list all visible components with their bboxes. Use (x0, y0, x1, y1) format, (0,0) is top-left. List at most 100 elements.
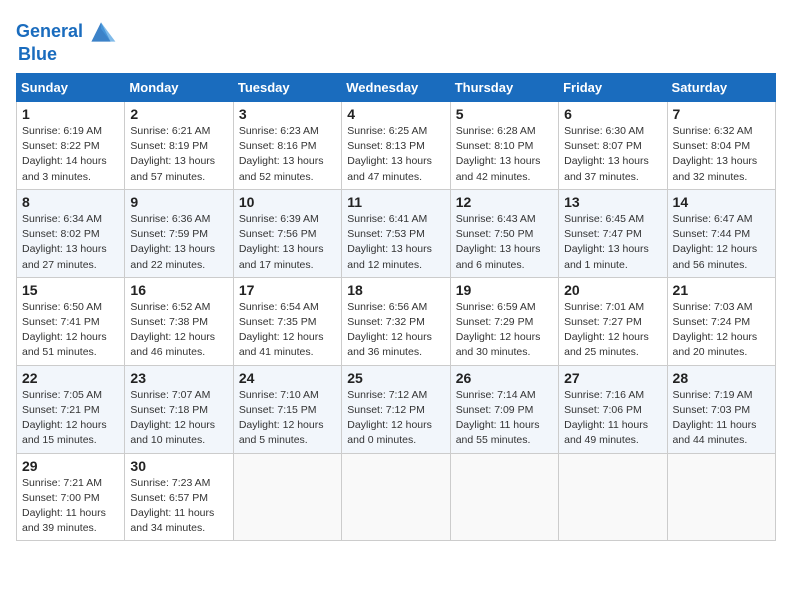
day-detail: Sunrise: 6:54 AM Sunset: 7:35 PM Dayligh… (239, 300, 336, 361)
calendar-cell: 8 Sunrise: 6:34 AM Sunset: 8:02 PM Daylig… (17, 189, 125, 277)
calendar-cell: 5Sunrise: 6:28 AM Sunset: 8:10 PM Daylig… (450, 102, 558, 190)
calendar-cell: 20 Sunrise: 7:01 AM Sunset: 7:27 PM Dayli… (559, 277, 667, 365)
day-number: 9 (130, 194, 227, 210)
calendar-cell: 26 Sunrise: 7:14 AM Sunset: 7:09 PM Dayli… (450, 365, 558, 453)
day-number: 20 (564, 282, 661, 298)
calendar-week-row: 15 Sunrise: 6:50 AM Sunset: 7:41 PM Dayli… (17, 277, 776, 365)
calendar-cell: 7 Sunrise: 6:32 AM Sunset: 8:04 PM Daylig… (667, 102, 775, 190)
day-number: 11 (347, 194, 444, 210)
day-detail: Sunrise: 7:12 AM Sunset: 7:12 PM Dayligh… (347, 388, 444, 449)
day-detail: Sunrise: 6:59 AM Sunset: 7:29 PM Dayligh… (456, 300, 553, 361)
day-number: 17 (239, 282, 336, 298)
day-detail: Sunrise: 6:39 AM Sunset: 7:56 PM Dayligh… (239, 212, 336, 273)
day-detail: Sunrise: 6:25 AM Sunset: 8:13 PM Dayligh… (347, 124, 444, 185)
day-detail: Sunrise: 7:16 AM Sunset: 7:06 PM Dayligh… (564, 388, 661, 449)
calendar-week-row: 29 Sunrise: 7:21 AM Sunset: 7:00 PM Dayli… (17, 453, 776, 541)
calendar-cell: 29 Sunrise: 7:21 AM Sunset: 7:00 PM Dayli… (17, 453, 125, 541)
day-detail: Sunrise: 6:45 AM Sunset: 7:47 PM Dayligh… (564, 212, 661, 273)
day-detail: Sunrise: 7:21 AM Sunset: 7:00 PM Dayligh… (22, 476, 119, 537)
weekday-header: Thursday (450, 74, 558, 102)
weekday-header: Saturday (667, 74, 775, 102)
calendar-cell: 4 Sunrise: 6:25 AM Sunset: 8:13 PM Daylig… (342, 102, 450, 190)
calendar-cell: 9 Sunrise: 6:36 AM Sunset: 7:59 PM Daylig… (125, 189, 233, 277)
calendar-cell: 11 Sunrise: 6:41 AM Sunset: 7:53 PM Dayli… (342, 189, 450, 277)
calendar-cell: 13 Sunrise: 6:45 AM Sunset: 7:47 PM Dayli… (559, 189, 667, 277)
calendar-cell: 28Sunrise: 7:19 AM Sunset: 7:03 PM Dayli… (667, 365, 775, 453)
calendar-cell: 14 Sunrise: 6:47 AM Sunset: 7:44 PM Dayli… (667, 189, 775, 277)
logo-icon (85, 16, 117, 48)
calendar-cell: 6Sunrise: 6:30 AM Sunset: 8:07 PM Daylig… (559, 102, 667, 190)
calendar-cell (667, 453, 775, 541)
day-number: 22 (22, 370, 119, 386)
calendar-cell: 1Sunrise: 6:19 AM Sunset: 8:22 PM Daylig… (17, 102, 125, 190)
day-detail: Sunrise: 6:32 AM Sunset: 8:04 PM Dayligh… (673, 124, 770, 185)
calendar-cell: 22Sunrise: 7:05 AM Sunset: 7:21 PM Dayli… (17, 365, 125, 453)
calendar-cell (450, 453, 558, 541)
calendar-cell: 24 Sunrise: 7:10 AM Sunset: 7:15 PM Dayli… (233, 365, 341, 453)
day-detail: Sunrise: 7:03 AM Sunset: 7:24 PM Dayligh… (673, 300, 770, 361)
header: General Blue (16, 16, 776, 65)
day-number: 8 (22, 194, 119, 210)
day-detail: Sunrise: 7:01 AM Sunset: 7:27 PM Dayligh… (564, 300, 661, 361)
day-number: 13 (564, 194, 661, 210)
logo: General Blue (16, 16, 117, 65)
calendar-cell: 19Sunrise: 6:59 AM Sunset: 7:29 PM Dayli… (450, 277, 558, 365)
day-number: 21 (673, 282, 770, 298)
calendar-cell: 25 Sunrise: 7:12 AM Sunset: 7:12 PM Dayli… (342, 365, 450, 453)
day-number: 15 (22, 282, 119, 298)
day-detail: Sunrise: 7:19 AM Sunset: 7:03 PM Dayligh… (673, 388, 770, 449)
day-detail: Sunrise: 6:34 AM Sunset: 8:02 PM Dayligh… (22, 212, 119, 273)
calendar-header-row: SundayMondayTuesdayWednesdayThursdayFrid… (17, 74, 776, 102)
logo-text: General (16, 22, 83, 42)
day-detail: Sunrise: 6:47 AM Sunset: 7:44 PM Dayligh… (673, 212, 770, 273)
day-number: 25 (347, 370, 444, 386)
day-number: 26 (456, 370, 553, 386)
day-detail: Sunrise: 6:52 AM Sunset: 7:38 PM Dayligh… (130, 300, 227, 361)
day-detail: Sunrise: 6:41 AM Sunset: 7:53 PM Dayligh… (347, 212, 444, 273)
calendar-cell (342, 453, 450, 541)
day-detail: Sunrise: 6:30 AM Sunset: 8:07 PM Dayligh… (564, 124, 661, 185)
calendar-cell: 27 Sunrise: 7:16 AM Sunset: 7:06 PM Dayli… (559, 365, 667, 453)
day-number: 5 (456, 106, 553, 122)
day-number: 16 (130, 282, 227, 298)
calendar-cell: 21 Sunrise: 7:03 AM Sunset: 7:24 PM Dayli… (667, 277, 775, 365)
weekday-header: Tuesday (233, 74, 341, 102)
day-number: 24 (239, 370, 336, 386)
day-number: 23 (130, 370, 227, 386)
day-number: 14 (673, 194, 770, 210)
day-detail: Sunrise: 7:23 AM Sunset: 6:57 PM Dayligh… (130, 476, 227, 537)
weekday-header: Friday (559, 74, 667, 102)
calendar-table: SundayMondayTuesdayWednesdayThursdayFrid… (16, 73, 776, 541)
calendar-cell (559, 453, 667, 541)
calendar-week-row: 1Sunrise: 6:19 AM Sunset: 8:22 PM Daylig… (17, 102, 776, 190)
day-detail: Sunrise: 7:14 AM Sunset: 7:09 PM Dayligh… (456, 388, 553, 449)
weekday-header: Wednesday (342, 74, 450, 102)
weekday-header: Sunday (17, 74, 125, 102)
weekday-header: Monday (125, 74, 233, 102)
calendar-cell: 10 Sunrise: 6:39 AM Sunset: 7:56 PM Dayli… (233, 189, 341, 277)
day-number: 30 (130, 458, 227, 474)
day-number: 12 (456, 194, 553, 210)
day-detail: Sunrise: 7:10 AM Sunset: 7:15 PM Dayligh… (239, 388, 336, 449)
calendar-week-row: 8 Sunrise: 6:34 AM Sunset: 8:02 PM Daylig… (17, 189, 776, 277)
calendar-week-row: 22Sunrise: 7:05 AM Sunset: 7:21 PM Dayli… (17, 365, 776, 453)
day-detail: Sunrise: 6:19 AM Sunset: 8:22 PM Dayligh… (22, 124, 119, 185)
day-detail: Sunrise: 6:50 AM Sunset: 7:41 PM Dayligh… (22, 300, 119, 361)
calendar-cell: 15 Sunrise: 6:50 AM Sunset: 7:41 PM Dayli… (17, 277, 125, 365)
day-detail: Sunrise: 6:36 AM Sunset: 7:59 PM Dayligh… (130, 212, 227, 273)
day-detail: Sunrise: 6:21 AM Sunset: 8:19 PM Dayligh… (130, 124, 227, 185)
day-number: 29 (22, 458, 119, 474)
day-number: 27 (564, 370, 661, 386)
day-detail: Sunrise: 6:56 AM Sunset: 7:32 PM Dayligh… (347, 300, 444, 361)
calendar-cell: 30 Sunrise: 7:23 AM Sunset: 6:57 PM Dayli… (125, 453, 233, 541)
calendar-cell: 2 Sunrise: 6:21 AM Sunset: 8:19 PM Daylig… (125, 102, 233, 190)
day-detail: Sunrise: 7:07 AM Sunset: 7:18 PM Dayligh… (130, 388, 227, 449)
day-number: 7 (673, 106, 770, 122)
day-number: 4 (347, 106, 444, 122)
calendar-cell: 18Sunrise: 6:56 AM Sunset: 7:32 PM Dayli… (342, 277, 450, 365)
day-detail: Sunrise: 6:43 AM Sunset: 7:50 PM Dayligh… (456, 212, 553, 273)
calendar-cell: 12 Sunrise: 6:43 AM Sunset: 7:50 PM Dayli… (450, 189, 558, 277)
day-number: 2 (130, 106, 227, 122)
day-number: 10 (239, 194, 336, 210)
calendar-cell: 23 Sunrise: 7:07 AM Sunset: 7:18 PM Dayli… (125, 365, 233, 453)
